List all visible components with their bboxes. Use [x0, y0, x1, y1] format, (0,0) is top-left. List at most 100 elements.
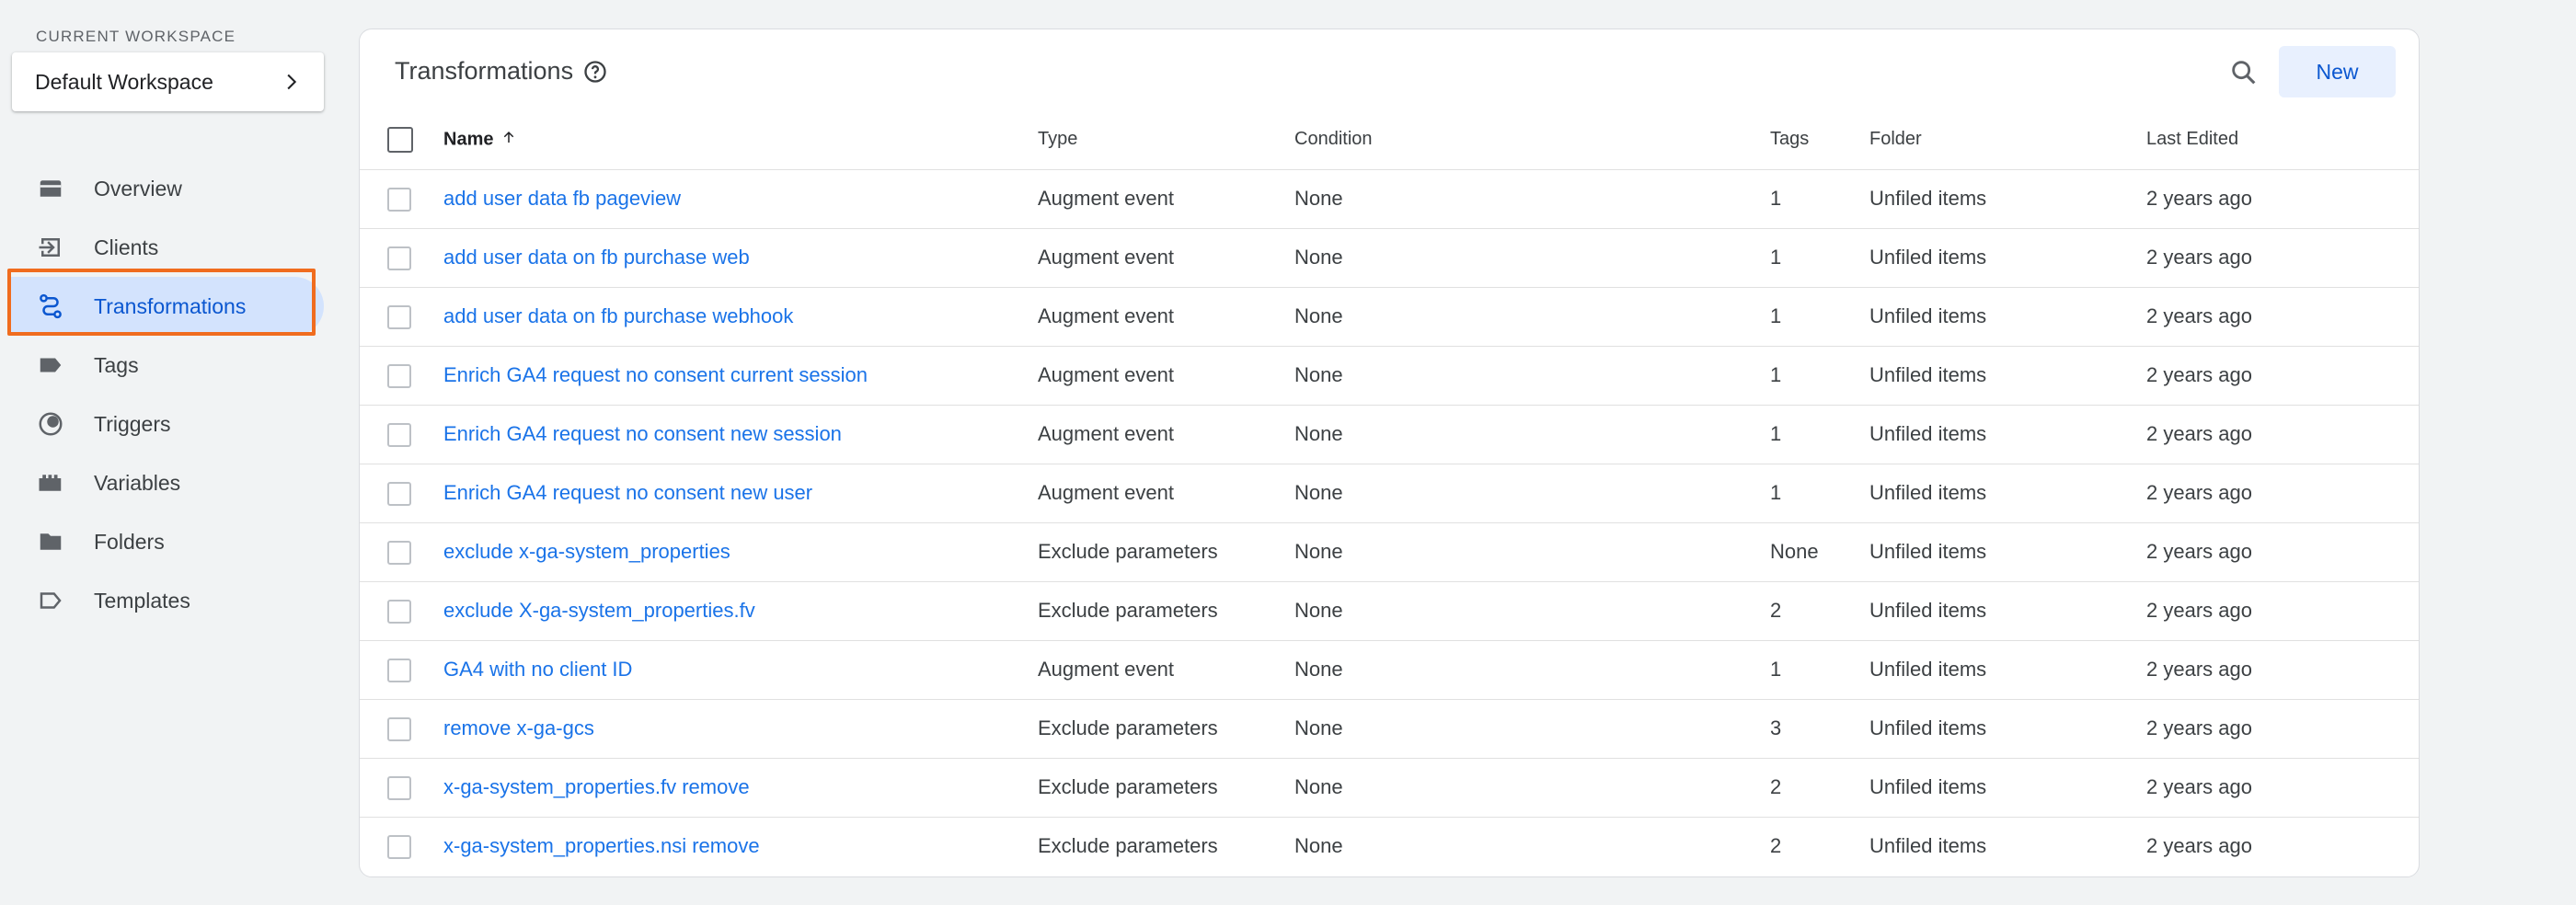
transformation-name-link[interactable]: Enrich GA4 request no consent new sessio…: [443, 422, 842, 445]
row-checkbox[interactable]: [387, 834, 411, 859]
sidebar-item-tags[interactable]: Tags: [0, 336, 331, 395]
last-edited-cell: 2 years ago: [2146, 640, 2419, 700]
type-cell: Augment event: [1038, 346, 1294, 406]
table-row[interactable]: exclude X-ga-system_properties.fv Exclude…: [360, 581, 2419, 641]
folder-cell: Unfiled items: [1869, 834, 1987, 858]
row-checkbox[interactable]: [387, 187, 411, 212]
folder-cell: Unfiled items: [1869, 405, 2146, 464]
last-edited-cell: 2 years ago: [2146, 834, 2252, 858]
workspace-selector[interactable]: Default Workspace: [12, 52, 324, 111]
workspace-name: Default Workspace: [35, 69, 213, 94]
row-select-cell: [360, 405, 443, 464]
transformation-name-link[interactable]: remove x-ga-gcs: [443, 716, 594, 739]
column-header-folder[interactable]: Folder: [1869, 110, 2146, 170]
column-header-type[interactable]: Type: [1038, 110, 1294, 170]
condition-cell: None: [1294, 464, 1770, 523]
help-icon[interactable]: [582, 59, 608, 85]
table-row[interactable]: exclude x-ga-system_properties Exclude pa…: [360, 522, 2419, 582]
transformation-name-link[interactable]: x-ga-system_properties.nsi remove: [443, 834, 760, 857]
name-cell: x-ga-system_properties.fv remove: [443, 758, 1038, 818]
table-row[interactable]: Enrich GA4 request no consent current se…: [360, 346, 2419, 406]
folder-cell: Unfiled items: [1869, 581, 2146, 641]
sidebar-item-variables[interactable]: Variables: [0, 453, 331, 512]
column-header-condition[interactable]: Condition: [1294, 110, 1770, 170]
tags-cell: 1: [1770, 287, 1869, 347]
name-cell: Enrich GA4 request no consent new user: [443, 464, 1038, 523]
row-checkbox[interactable]: [387, 363, 411, 388]
row-checkbox[interactable]: [387, 658, 411, 682]
folder-cell: Unfiled items: [1869, 699, 2146, 759]
type-cell: Augment event: [1038, 287, 1294, 347]
select-all-checkbox[interactable]: [387, 126, 413, 153]
transformations-panel: Transformations New Name Type Condition …: [359, 29, 2420, 877]
transformation-name-link[interactable]: Enrich GA4 request no consent current se…: [443, 363, 868, 386]
sidebar-item-label: Folders: [94, 529, 165, 554]
row-checkbox[interactable]: [387, 716, 411, 741]
name-cell: add user data on fb purchase webhook: [443, 287, 1038, 347]
sidebar-item-folders[interactable]: Folders: [0, 512, 331, 571]
type-cell: Exclude parameters: [1038, 834, 1218, 858]
condition-cell: None: [1294, 346, 1770, 406]
transformations-table: Name Type Condition Tags Folder Last Edi…: [360, 110, 2419, 876]
name-cell: exclude x-ga-system_properties: [443, 522, 1038, 582]
folder-cell: Unfiled items: [1869, 464, 2146, 523]
page-title: Transformations: [395, 57, 574, 85]
tags-cell: 1: [1770, 169, 1869, 229]
sidebar-item-templates[interactable]: Templates: [0, 571, 331, 630]
tags-cell: 1: [1770, 228, 1869, 288]
row-checkbox[interactable]: [387, 304, 411, 329]
row-checkbox[interactable]: [387, 422, 411, 447]
name-cell: add user data on fb purchase web: [443, 228, 1038, 288]
folder-icon: [36, 527, 65, 556]
search-icon[interactable]: [2224, 52, 2264, 93]
variables-icon: [36, 468, 65, 498]
row-select-cell: [360, 699, 443, 759]
name-cell: Enrich GA4 request no consent new sessio…: [443, 405, 1038, 464]
table-row[interactable]: x-ga-system_properties.fv remove Exclude …: [360, 758, 2419, 818]
table-row[interactable]: Enrich GA4 request no consent new sessio…: [360, 405, 2419, 464]
table-row[interactable]: remove x-ga-gcs Exclude parameters None 3 Un…: [360, 699, 2419, 759]
transformation-name-link[interactable]: Enrich GA4 request no consent new user: [443, 481, 812, 504]
table-row[interactable]: add user data on fb purchase web Augment …: [360, 228, 2419, 288]
transformation-name-link[interactable]: GA4 with no client ID: [443, 658, 632, 681]
transformation-name-link[interactable]: exclude X-ga-system_properties.fv: [443, 599, 755, 622]
sidebar-item-label: Triggers: [94, 411, 171, 436]
sidebar-item-label: Tags: [94, 352, 139, 377]
last-edited-cell: 2 years ago: [2146, 464, 2419, 523]
transformation-name-link[interactable]: add user data fb pageview: [443, 187, 681, 210]
sidebar-nav: Overview Clients Transformations Tags Tr…: [0, 159, 331, 630]
table-row[interactable]: x-ga-system_properties.nsi remove Exclude…: [360, 817, 2419, 876]
table-row[interactable]: add user data on fb purchase webhook Augm…: [360, 287, 2419, 347]
row-select-cell: [360, 758, 443, 818]
row-select-cell: [360, 228, 443, 288]
transformation-name-link[interactable]: add user data on fb purchase webhook: [443, 304, 793, 327]
last-edited-cell: 2 years ago: [2146, 758, 2419, 818]
new-button[interactable]: New: [2279, 46, 2396, 97]
transformation-name-link[interactable]: x-ga-system_properties.fv remove: [443, 775, 750, 798]
row-checkbox[interactable]: [387, 775, 411, 800]
column-header-name[interactable]: Name: [443, 110, 1038, 170]
tags-cell: 2: [1770, 834, 1782, 858]
sidebar-item-transformations[interactable]: Transformations: [0, 277, 331, 336]
transformation-name-link[interactable]: add user data on fb purchase web: [443, 246, 750, 269]
sidebar-item-overview[interactable]: Overview: [0, 159, 331, 218]
condition-cell: None: [1294, 228, 1770, 288]
table-row[interactable]: GA4 with no client ID Augment event None 1 U…: [360, 640, 2419, 700]
row-checkbox[interactable]: [387, 599, 411, 624]
sidebar-item-label: Clients: [94, 235, 159, 259]
table-header-row: Name Type Condition Tags Folder Last Edi…: [360, 110, 2419, 170]
type-cell: Augment event: [1038, 464, 1294, 523]
transformation-name-link[interactable]: exclude x-ga-system_properties: [443, 540, 730, 563]
folder-cell: Unfiled items: [1869, 287, 2146, 347]
column-header-last-edited[interactable]: Last Edited: [2146, 110, 2419, 170]
transformations-icon: [36, 292, 65, 321]
sidebar-item-triggers[interactable]: Triggers: [0, 395, 331, 453]
table-row[interactable]: add user data fb pageview Augment event No…: [360, 169, 2419, 229]
row-checkbox[interactable]: [387, 246, 411, 270]
folder-cell: Unfiled items: [1869, 640, 2146, 700]
table-row[interactable]: Enrich GA4 request no consent new user Au…: [360, 464, 2419, 523]
row-checkbox[interactable]: [387, 540, 411, 565]
row-checkbox[interactable]: [387, 481, 411, 506]
column-header-tags[interactable]: Tags: [1770, 110, 1869, 170]
sidebar-item-clients[interactable]: Clients: [0, 218, 331, 277]
